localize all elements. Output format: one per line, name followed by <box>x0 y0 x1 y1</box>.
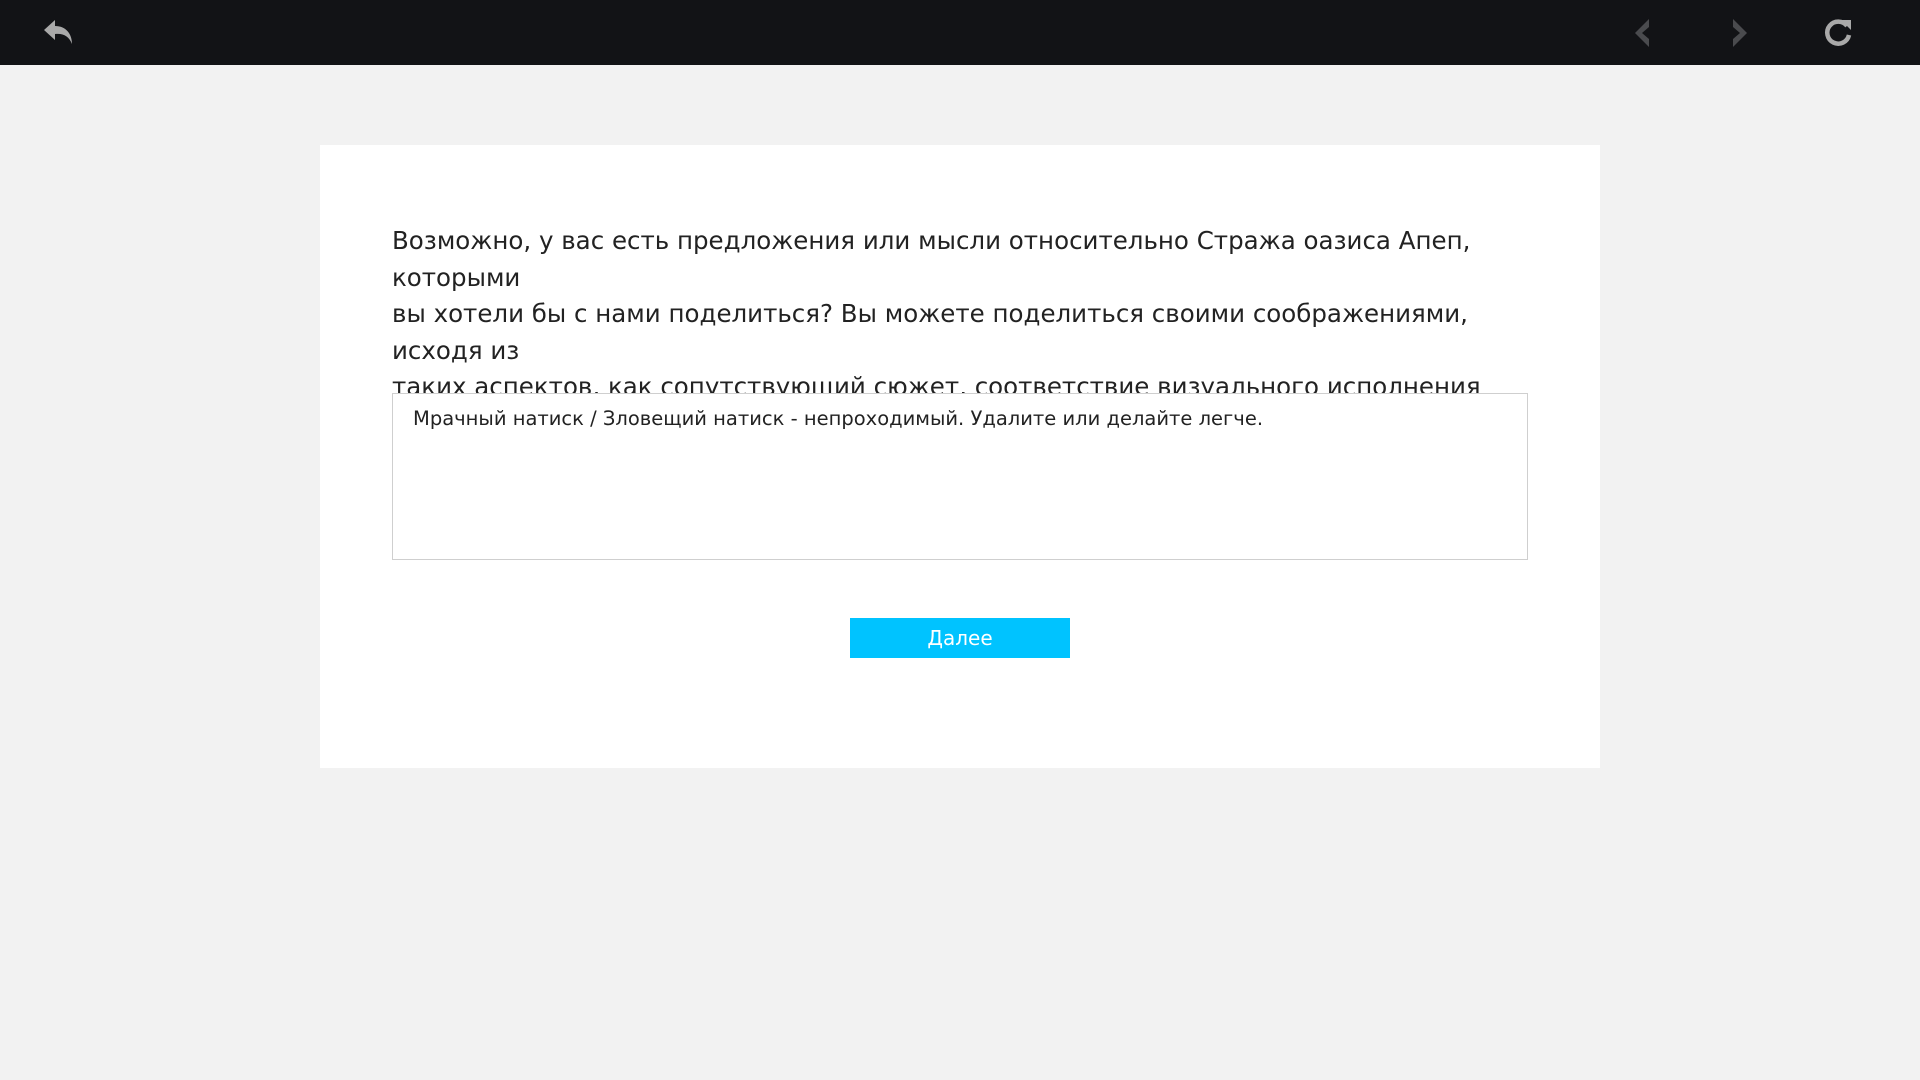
back-arrow-icon[interactable] <box>38 12 80 54</box>
next-icon[interactable] <box>1718 12 1760 54</box>
next-button[interactable]: Далее <box>850 618 1070 658</box>
refresh-icon[interactable] <box>1817 12 1859 54</box>
top-toolbar <box>0 0 1920 65</box>
survey-card: Возможно, у вас есть предложения или мыс… <box>320 145 1600 768</box>
previous-icon[interactable] <box>1622 12 1664 54</box>
answer-textarea[interactable]: Мрачный натиск / Зловещий натиск - непро… <box>392 393 1528 560</box>
